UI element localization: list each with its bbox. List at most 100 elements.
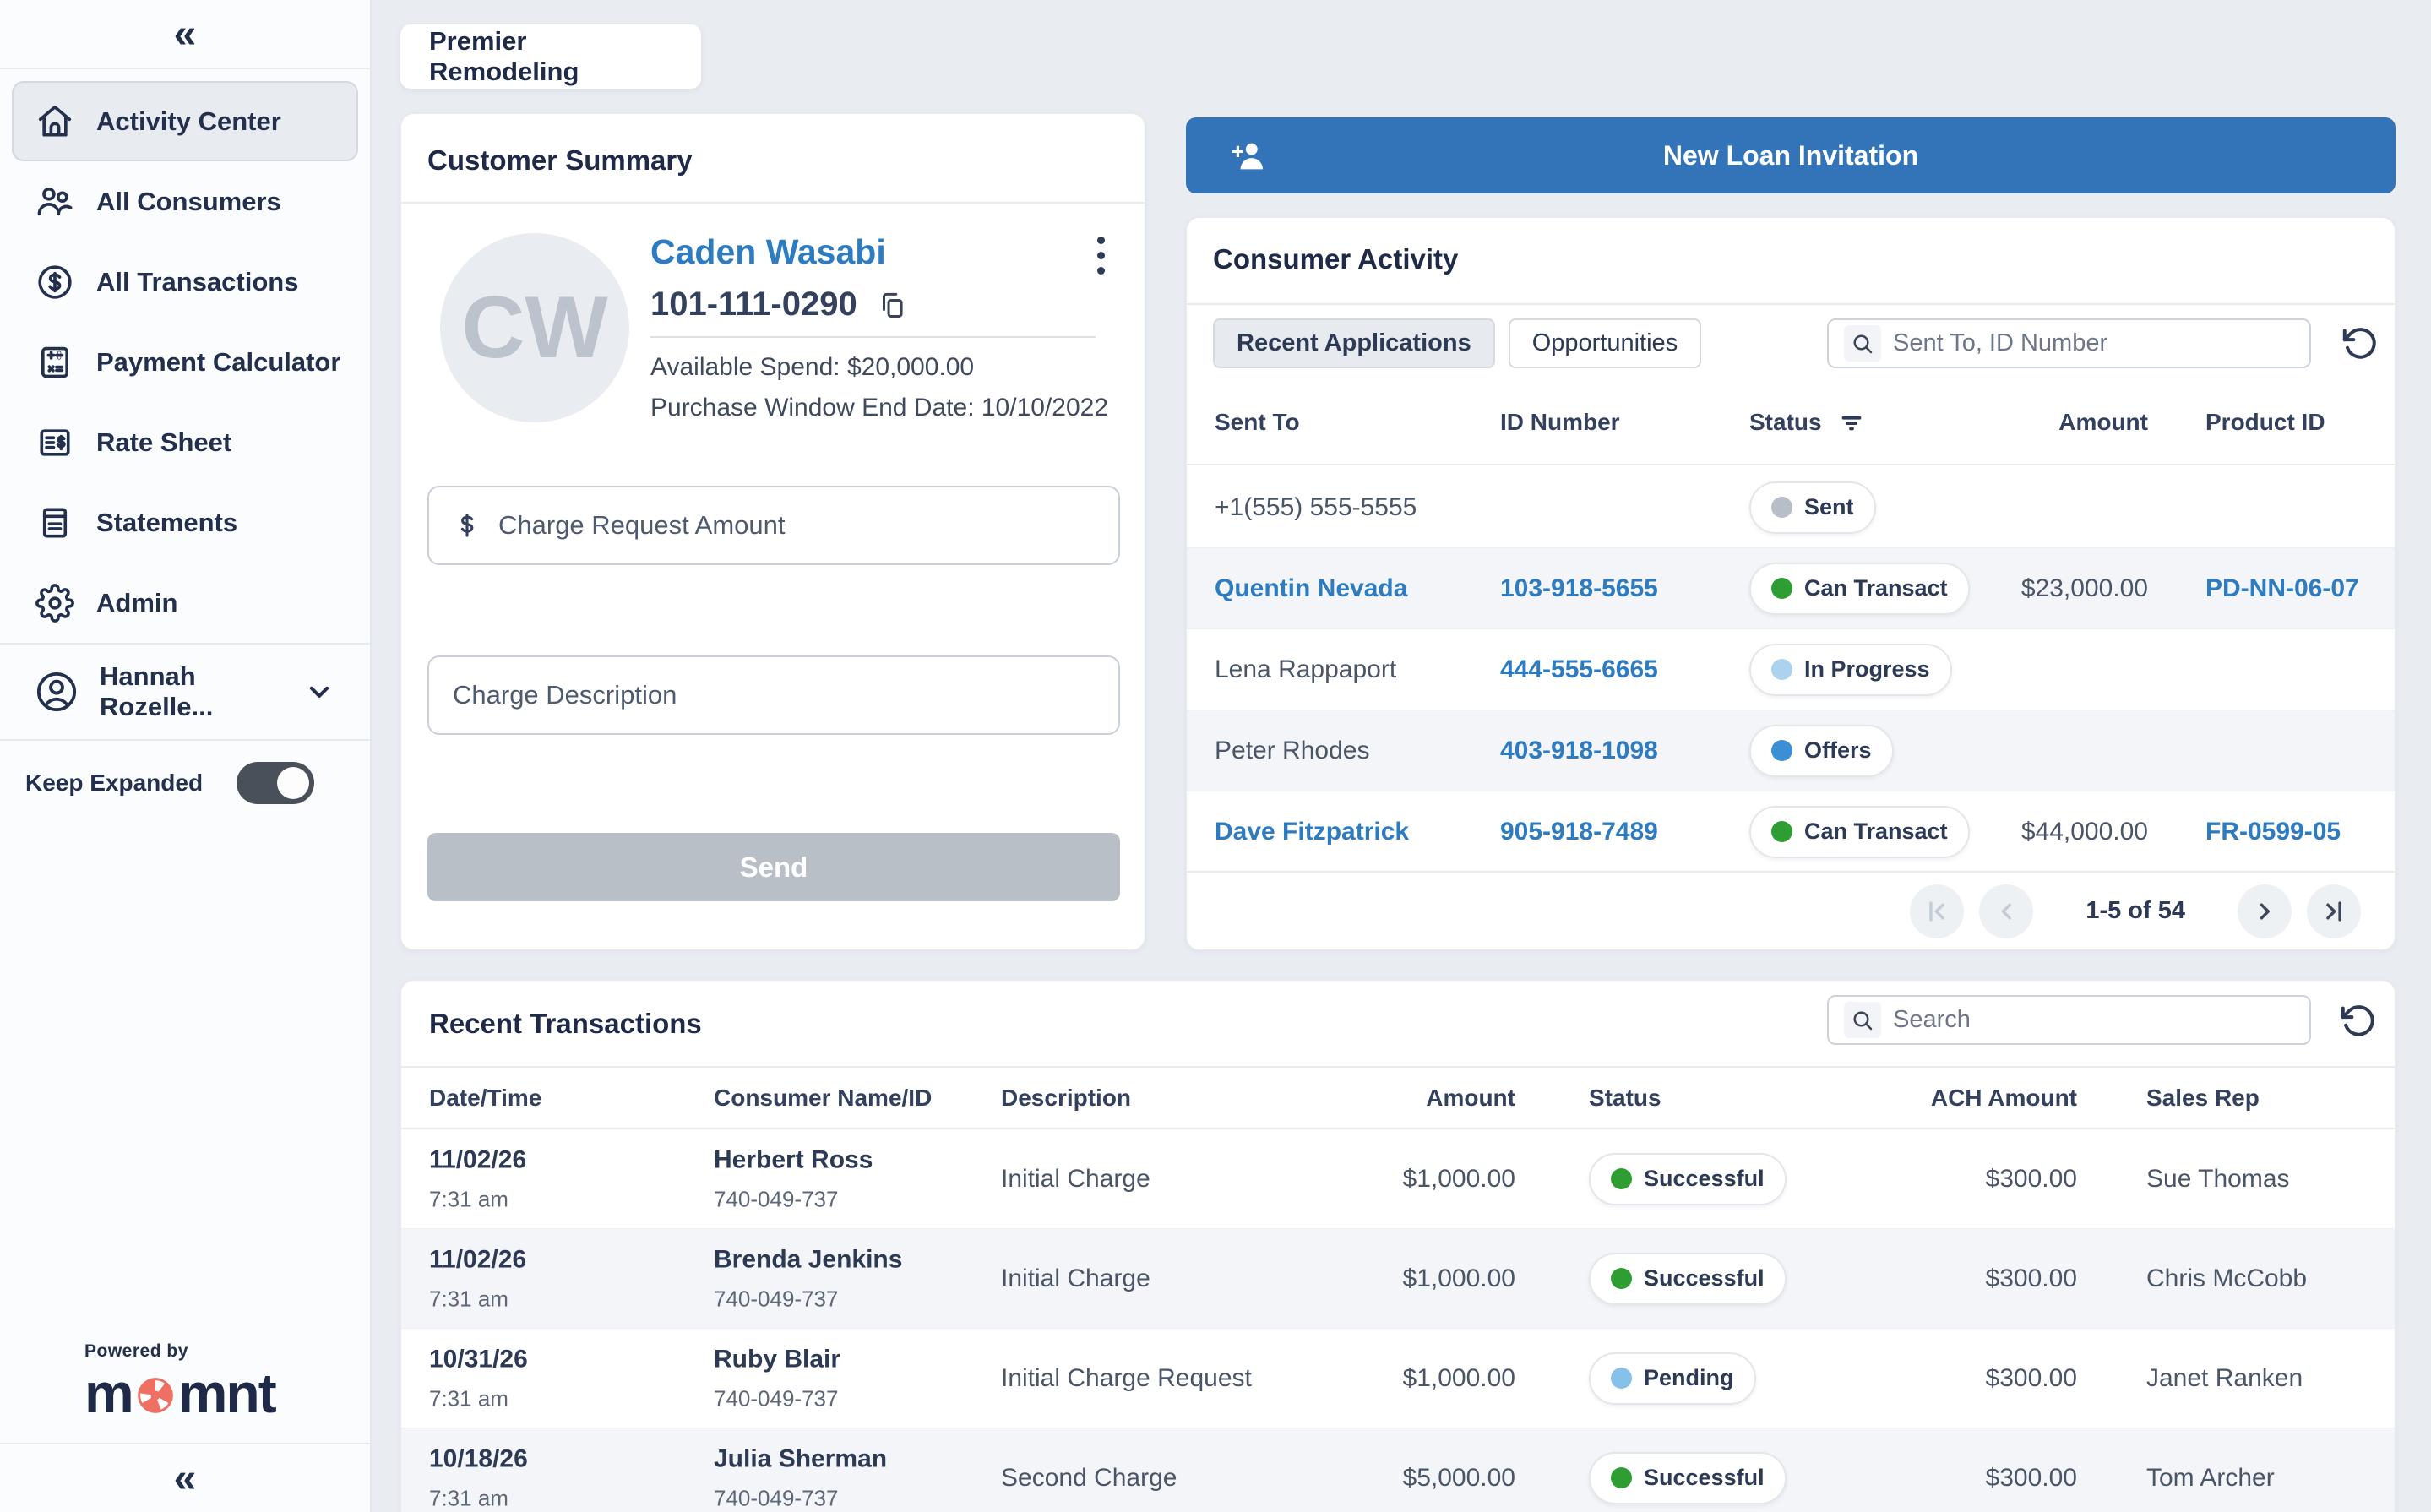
description-value: Initial Charge: [1001, 1165, 1150, 1194]
sidebar: « Activity Center All Consumers All Tran…: [0, 0, 372, 1512]
sales-rep-value: Sue Thomas: [2146, 1165, 2290, 1194]
table-row[interactable]: 10/18/267:31 am Julia Sherman740-049-737…: [401, 1428, 2395, 1512]
new-loan-invitation-button[interactable]: New Loan Invitation: [1186, 117, 2396, 193]
send-button[interactable]: Send: [427, 833, 1120, 901]
sidebar-item-label: All Consumers: [96, 187, 281, 217]
transactions-search: [1827, 995, 2311, 1045]
product-id-link[interactable]: FR-0599-05: [2205, 818, 2341, 846]
col-status: Status: [1589, 1085, 1661, 1112]
consumer-name-link[interactable]: Dave Fitzpatrick: [1215, 818, 1409, 846]
consumer-name-link[interactable]: Quentin Nevada: [1215, 574, 1407, 603]
charge-amount-input[interactable]: [498, 510, 1095, 541]
charge-description-input[interactable]: [453, 680, 1095, 710]
sales-rep-value: Chris McCobb: [2146, 1265, 2307, 1293]
status-badge: Successful: [1589, 1153, 1787, 1205]
available-spend: Available Spend: $20,000.00: [650, 353, 974, 382]
sidebar-item-label: All Transactions: [96, 267, 298, 297]
id-number-link[interactable]: 444-555-6665: [1500, 655, 1658, 684]
person-circle-icon: [34, 669, 79, 715]
consumer-activity-search-input[interactable]: [1893, 329, 2231, 357]
ach-amount-value: $300.00: [1986, 1464, 2077, 1493]
table-row[interactable]: 11/02/267:31 am Herbert Ross740-049-737 …: [401, 1129, 2395, 1229]
product-id-link[interactable]: PD-NN-06-07: [2205, 574, 2359, 603]
sidebar-item-admin[interactable]: Admin: [12, 563, 358, 643]
sidebar-user-menu[interactable]: Hannah Rozelle...: [0, 645, 370, 739]
customer-name-link[interactable]: Caden Wasabi: [650, 232, 886, 272]
table-row[interactable]: Lena Rappaport 444-555-6665 In Progress: [1187, 629, 2395, 710]
customer-phone: 101-111-0290: [650, 286, 908, 324]
sidebar-item-label: Payment Calculator: [96, 347, 340, 378]
first-page-button[interactable]: [1910, 884, 1964, 938]
keep-expanded-toggle[interactable]: [237, 762, 314, 804]
sidebar-collapse-button-bottom[interactable]: «: [0, 1444, 370, 1512]
sidebar-collapse-button[interactable]: «: [0, 0, 370, 68]
last-page-button[interactable]: [2307, 884, 2361, 938]
table-row[interactable]: Quentin Nevada 103-918-5655 Can Transact…: [1187, 548, 2395, 629]
pagination: 1-5 of 54: [1187, 871, 2395, 949]
sales-rep-value: Tom Archer: [2146, 1464, 2275, 1493]
transactions-search-input[interactable]: [1893, 1006, 2231, 1034]
consumer-activity-tabs: Recent Applications Opportunities: [1213, 318, 1701, 368]
gear-icon: [35, 584, 74, 623]
id-number-link[interactable]: 403-918-1098: [1500, 737, 1658, 765]
sent-to-value: Peter Rhodes: [1215, 737, 1369, 765]
filter-icon[interactable]: [1837, 408, 1866, 437]
customer-summary-title: Customer Summary: [427, 144, 693, 176]
sidebar-item-activity-center[interactable]: Activity Center: [12, 81, 358, 161]
status-badge: Sent: [1749, 481, 1876, 534]
col-consumer-name-id: Consumer Name/ID: [714, 1085, 932, 1112]
date-time-value: 10/31/267:31 am: [429, 1345, 528, 1411]
charge-amount-field: [427, 486, 1120, 565]
avatar-initials: CW: [461, 278, 607, 378]
sidebar-item-all-consumers[interactable]: All Consumers: [12, 161, 358, 242]
transactions-table-header: Date/Time Consumer Name/ID Description A…: [401, 1068, 2395, 1129]
col-sales-rep: Sales Rep: [2146, 1085, 2260, 1112]
momnt-logo-text-right: mnt: [178, 1365, 275, 1421]
previous-page-button[interactable]: [1979, 884, 2033, 938]
chevrons-left-icon: «: [174, 11, 197, 57]
consumer-activity-search: [1827, 318, 2311, 368]
table-row[interactable]: Dave Fitzpatrick 905-918-7489 Can Transa…: [1187, 791, 2395, 873]
consumer-name-id-value: Brenda Jenkins740-049-737: [714, 1245, 902, 1312]
next-page-button[interactable]: [2238, 884, 2292, 938]
sidebar-item-all-transactions[interactable]: All Transactions: [12, 242, 358, 322]
sidebar-item-payment-calculator[interactable]: Payment Calculator: [12, 322, 358, 402]
consumer-name-id-value: Ruby Blair740-049-737: [714, 1345, 840, 1411]
charge-description-field: [427, 655, 1120, 735]
users-icon: [35, 182, 74, 221]
description-value: Initial Charge: [1001, 1265, 1150, 1293]
sidebar-nav: Activity Center All Consumers All Transa…: [0, 69, 370, 643]
kebab-menu-button[interactable]: [1082, 228, 1119, 282]
amount-value: $23,000.00: [2021, 574, 2148, 603]
recent-transactions-card: Recent Transactions Date/Time Consumer N…: [400, 980, 2396, 1512]
person-add-icon: [1228, 137, 1267, 176]
copy-icon[interactable]: [876, 289, 908, 321]
sidebar-item-statements[interactable]: Statements: [12, 482, 358, 563]
id-number-link[interactable]: 905-918-7489: [1500, 818, 1658, 846]
consumer-name-id-value: Herbert Ross740-049-737: [714, 1145, 873, 1212]
calculator-icon: [35, 343, 74, 382]
col-amount: Amount: [2058, 409, 2148, 436]
table-row[interactable]: +1(555) 555-5555 Sent: [1187, 467, 2395, 548]
customer-summary-card: Customer Summary CW Caden Wasabi 101-111…: [400, 113, 1145, 950]
table-row[interactable]: 11/02/267:31 am Brenda Jenkins740-049-73…: [401, 1229, 2395, 1329]
refresh-icon[interactable]: [2337, 999, 2379, 1042]
sidebar-item-rate-sheet[interactable]: Rate Sheet: [12, 402, 358, 482]
momnt-logo-text-left: m: [84, 1365, 133, 1421]
date-time-value: 11/02/267:31 am: [429, 1245, 526, 1312]
keep-expanded-row: Keep Expanded: [0, 741, 370, 825]
consumer-activity-table-header: Sent To ID Number Status Amount Product …: [1187, 381, 2395, 465]
tab-opportunities[interactable]: Opportunities: [1509, 318, 1702, 368]
purchase-window-end-date: Purchase Window End Date: 10/10/2022: [650, 394, 1108, 422]
table-row[interactable]: Peter Rhodes 403-918-1098 Offers: [1187, 710, 2395, 791]
consumer-name-id-value: Julia Sherman740-049-737: [714, 1444, 887, 1511]
merchant-tab[interactable]: Premier Remodeling: [400, 24, 701, 89]
amount-value: $1,000.00: [1403, 1265, 1515, 1293]
col-amount: Amount: [1426, 1085, 1515, 1112]
table-row[interactable]: 10/31/267:31 am Ruby Blair740-049-737 In…: [401, 1329, 2395, 1428]
refresh-icon[interactable]: [2339, 322, 2381, 364]
col-description: Description: [1001, 1085, 1131, 1112]
id-number-link[interactable]: 103-918-5655: [1500, 574, 1658, 603]
tab-recent-applications[interactable]: Recent Applications: [1213, 318, 1495, 368]
search-icon: [1844, 325, 1881, 362]
